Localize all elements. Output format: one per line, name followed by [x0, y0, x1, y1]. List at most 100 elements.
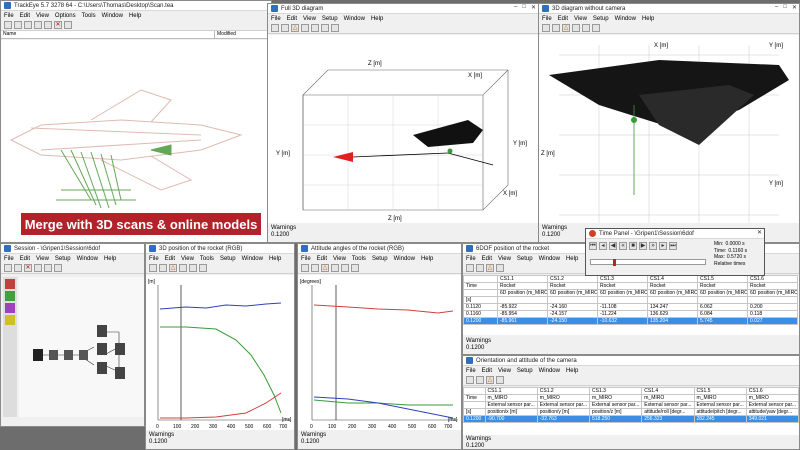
- menu-view[interactable]: View: [36, 13, 49, 19]
- rewind-icon[interactable]: «: [619, 242, 627, 250]
- table-cell[interactable]: -85.954: [497, 310, 548, 318]
- table-cell[interactable]: -24.157: [547, 310, 598, 318]
- menu-file[interactable]: File: [149, 256, 159, 262]
- rotate-icon[interactable]: [592, 24, 600, 32]
- menu-setup[interactable]: Setup: [517, 256, 533, 262]
- menu-help[interactable]: Help: [104, 256, 116, 262]
- menu-edit[interactable]: Edit: [317, 256, 327, 262]
- table-cell[interactable]: 349.021: [745, 415, 799, 423]
- camera-icon[interactable]: [466, 376, 474, 384]
- warning-icon[interactable]: △: [486, 264, 494, 272]
- table-cell[interactable]: 134.247: [647, 303, 698, 311]
- relative-times-label[interactable]: Relative times: [714, 261, 745, 268]
- table-cell[interactable]: -32.763: [536, 415, 591, 423]
- save-icon[interactable]: [24, 21, 32, 29]
- menu-view[interactable]: View: [303, 16, 316, 22]
- table-row-selected[interactable]: 0.1200 -90.700 -32.763 518.250 256.323 2…: [463, 415, 799, 423]
- menu-view[interactable]: View: [333, 256, 346, 262]
- node-6dof[interactable]: [79, 350, 88, 360]
- menu-file[interactable]: File: [301, 256, 311, 262]
- column-name[interactable]: Name: [1, 31, 215, 38]
- menu-file[interactable]: File: [271, 16, 281, 22]
- menu-window[interactable]: Window: [344, 16, 365, 22]
- menu-help[interactable]: Help: [421, 256, 433, 262]
- menu-file[interactable]: File: [4, 256, 14, 262]
- menu-window[interactable]: Window: [615, 16, 636, 22]
- close-icon[interactable]: ✕: [757, 229, 762, 236]
- maximize-icon[interactable]: □: [522, 4, 526, 11]
- maximize-icon[interactable]: □: [783, 4, 787, 11]
- palette-item[interactable]: [5, 291, 15, 301]
- table-cell[interactable]: -24.150: [547, 317, 598, 325]
- warning-icon[interactable]: △: [291, 24, 299, 32]
- cut-icon[interactable]: [34, 21, 42, 29]
- menu-view[interactable]: View: [181, 256, 194, 262]
- export-icon[interactable]: [496, 376, 504, 384]
- palette-item[interactable]: [5, 279, 15, 289]
- first-frame-icon[interactable]: ⏮: [589, 242, 597, 250]
- node-calc[interactable]: [64, 350, 73, 360]
- menu-file[interactable]: File: [4, 13, 14, 19]
- menu-setup[interactable]: Setup: [593, 16, 609, 22]
- menu-window[interactable]: Window: [539, 256, 560, 262]
- fit-icon[interactable]: [582, 24, 590, 32]
- menu-window[interactable]: Window: [77, 256, 98, 262]
- fit-icon[interactable]: [311, 24, 319, 32]
- table-cell[interactable]: 0.027: [747, 317, 798, 325]
- table-cell[interactable]: 6.062: [697, 303, 748, 311]
- save-icon[interactable]: [14, 264, 22, 272]
- warning-icon[interactable]: △: [486, 376, 494, 384]
- menu-view[interactable]: View: [574, 16, 587, 22]
- node-output-5[interactable]: [115, 367, 125, 379]
- table-row-selected[interactable]: 0.1200 -85.961 -24.150 -10.632 135.204 5…: [463, 317, 798, 325]
- table-row[interactable]: 0.1160 -85.954 -24.157 -11.224 136.629 6…: [463, 310, 798, 318]
- copy-icon[interactable]: [311, 264, 319, 272]
- copy-icon[interactable]: [552, 24, 560, 32]
- table-cell[interactable]: -90.700: [484, 415, 538, 423]
- menu-setup[interactable]: Setup: [55, 256, 71, 262]
- menu-edit[interactable]: Edit: [165, 256, 175, 262]
- camera-icon[interactable]: [271, 24, 279, 32]
- warning-icon[interactable]: △: [321, 264, 329, 272]
- table-cell[interactable]: 0.200: [747, 303, 798, 311]
- delete-icon[interactable]: ✕: [24, 264, 32, 272]
- time-slider-thumb[interactable]: [613, 259, 616, 266]
- palette-item[interactable]: [5, 315, 15, 325]
- delete-icon[interactable]: ✕: [54, 21, 62, 29]
- close-icon[interactable]: ✕: [792, 4, 797, 11]
- zoom-icon[interactable]: [44, 264, 52, 272]
- table-cell[interactable]: 0.118: [747, 310, 798, 318]
- node-tracker[interactable]: [49, 350, 58, 360]
- column-modified[interactable]: Modified: [215, 31, 236, 38]
- table-cell[interactable]: -24.160: [547, 303, 598, 311]
- menu-setup[interactable]: Setup: [517, 368, 533, 374]
- menu-file[interactable]: File: [542, 16, 552, 22]
- warning-icon[interactable]: △: [169, 264, 177, 272]
- pos3d-chart-canvas[interactable]: [m] 0 100 200 300 400 500 600 700 [ms]: [146, 275, 294, 430]
- menu-view[interactable]: View: [498, 256, 511, 262]
- step-back-icon[interactable]: ◂: [599, 242, 607, 250]
- menu-help[interactable]: Help: [269, 256, 281, 262]
- node-output-4[interactable]: [115, 343, 125, 355]
- table-cell[interactable]: 0.1120: [463, 303, 498, 311]
- table-cell[interactable]: 282.245: [693, 415, 747, 423]
- menu-tools[interactable]: Tools: [200, 256, 214, 262]
- table-cell[interactable]: 5.745: [697, 317, 748, 325]
- warning-icon[interactable]: △: [562, 24, 570, 32]
- export-icon[interactable]: [496, 264, 504, 272]
- minimize-icon[interactable]: –: [514, 4, 517, 11]
- node-output-2[interactable]: [97, 343, 107, 355]
- menu-edit[interactable]: Edit: [20, 13, 30, 19]
- play-icon[interactable]: ▶: [639, 242, 647, 250]
- camera-icon[interactable]: [149, 264, 157, 272]
- table-cell[interactable]: -85.961: [497, 317, 548, 325]
- table-cell[interactable]: -10.632: [597, 317, 648, 325]
- node-video[interactable]: [33, 349, 43, 361]
- rotate-icon[interactable]: [321, 24, 329, 32]
- menu-window[interactable]: Window: [102, 13, 123, 19]
- menu-help[interactable]: Help: [566, 256, 578, 262]
- forward-icon[interactable]: »: [649, 242, 657, 250]
- new-icon[interactable]: [4, 21, 12, 29]
- cursor-icon[interactable]: [179, 264, 187, 272]
- copy-icon[interactable]: [476, 376, 484, 384]
